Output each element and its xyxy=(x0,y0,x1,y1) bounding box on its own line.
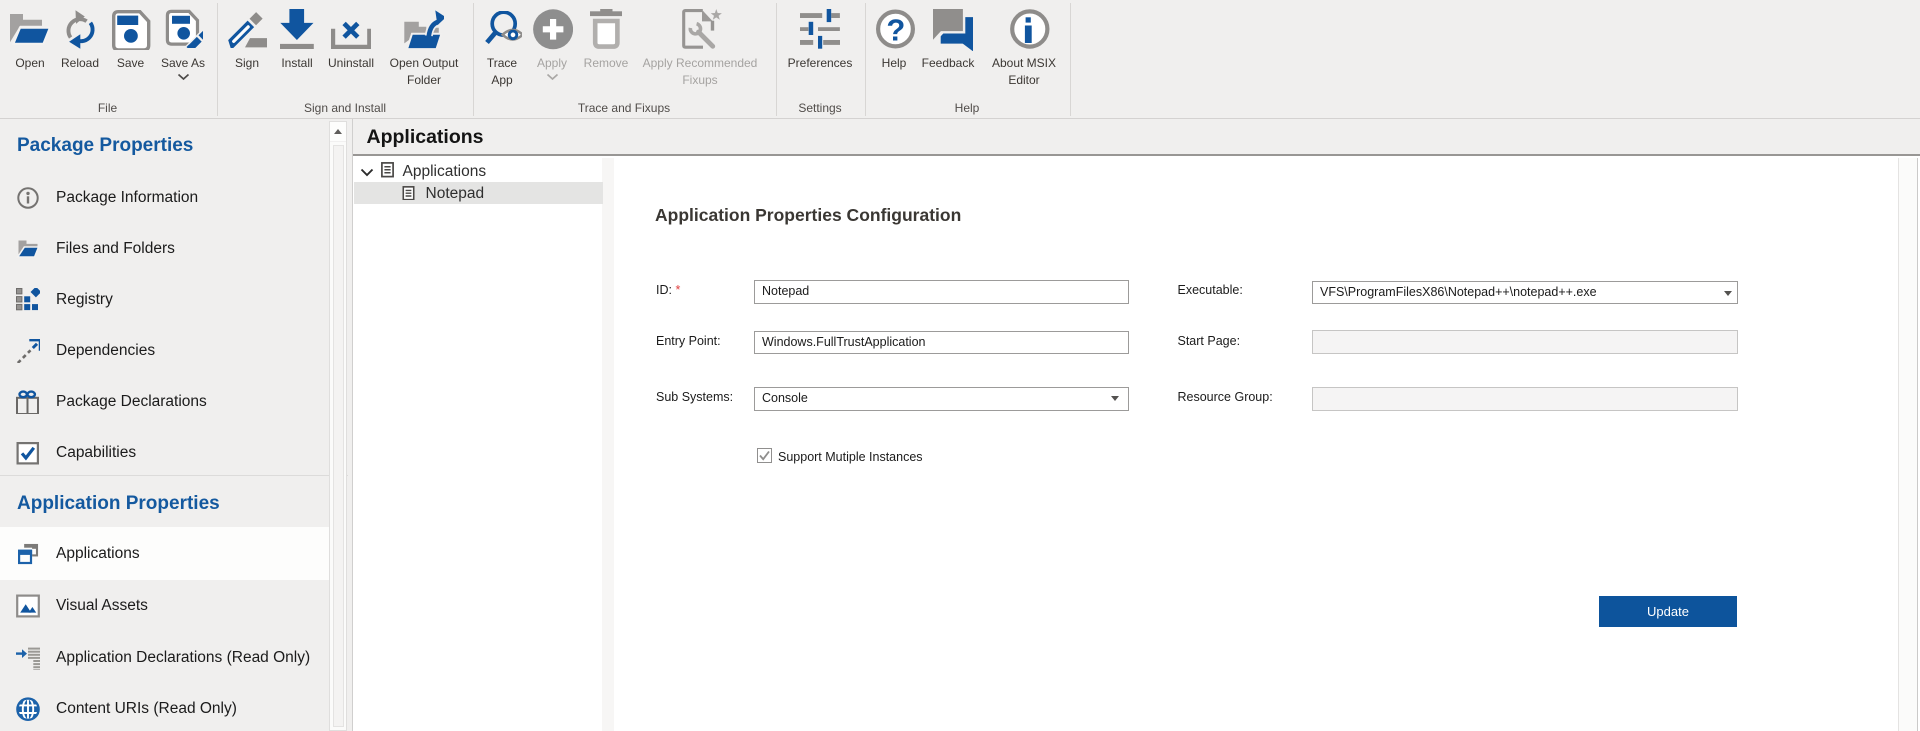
svg-text:?: ? xyxy=(886,12,905,47)
